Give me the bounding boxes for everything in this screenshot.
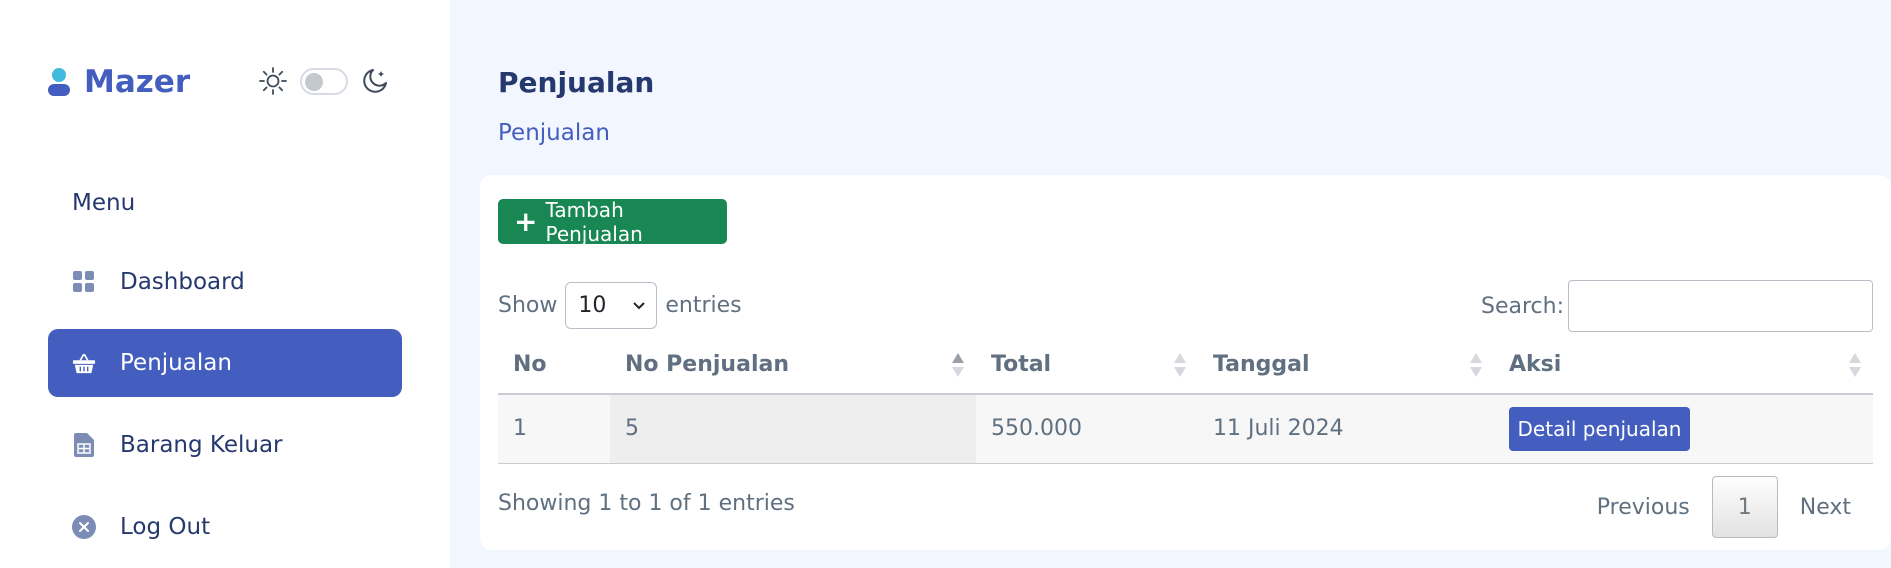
cell-no-penjualan: 5 [610, 394, 976, 464]
page-title: Penjualan [498, 66, 655, 99]
pagination: Previous 1 Next [1575, 476, 1873, 538]
sidebar-item-dashboard[interactable]: Dashboard [48, 248, 402, 316]
user-icon [46, 64, 72, 100]
previous-page-button[interactable]: Previous [1575, 476, 1712, 538]
x-circle-icon [72, 515, 96, 539]
entries-control: Show 10 entries [498, 282, 742, 329]
sort-icon [1470, 353, 1482, 379]
column-header-label: Total [991, 351, 1052, 377]
table-row: 1 5 550.000 11 Juli 2024 Detail penjuala… [498, 394, 1873, 464]
add-sale-button[interactable]: + Tambah Penjualan [498, 197, 727, 246]
column-header-label: Tanggal [1213, 351, 1310, 377]
search-control: Search: [1481, 280, 1873, 332]
brand-logo[interactable]: Mazer [46, 64, 190, 100]
table-info: Showing 1 to 1 of 1 entries [498, 491, 795, 516]
sort-icon [952, 353, 964, 379]
grid-icon [72, 270, 96, 294]
detail-sale-button[interactable]: Detail penjualan [1509, 406, 1690, 451]
sales-card: + Tambah Penjualan Show 10 entries Searc… [480, 175, 1891, 550]
cell-tanggal: 11 Juli 2024 [1198, 394, 1494, 464]
table-header-row: No No Penjualan Total Tanggal Aksi [498, 335, 1873, 395]
column-header-no-penjualan[interactable]: No Penjualan [610, 335, 976, 395]
sidebar: Mazer Menu Dashboard Penjualan Barang Ke… [0, 0, 450, 568]
sidebar-item-penjualan[interactable]: Penjualan [48, 329, 402, 397]
sidebar-item-label: Log Out [120, 513, 211, 540]
cell-total: 550.000 [976, 394, 1198, 464]
column-header-total[interactable]: Total [976, 335, 1198, 395]
dark-mode-switch[interactable] [300, 67, 348, 95]
sort-icon [1174, 353, 1186, 379]
breadcrumb[interactable]: Penjualan [498, 120, 610, 146]
sidebar-item-label: Barang Keluar [120, 431, 283, 458]
plus-icon: + [514, 204, 538, 238]
sidebar-item-logout[interactable]: Log Out [48, 493, 402, 561]
entries-label: entries [665, 293, 742, 318]
sun-icon [259, 67, 287, 95]
next-page-button[interactable]: Next [1778, 476, 1873, 538]
menu-title: Menu [72, 190, 136, 216]
basket-icon [72, 351, 96, 375]
moon-icon [363, 69, 387, 93]
column-header-aksi[interactable]: Aksi [1494, 335, 1873, 395]
column-header-label: Aksi [1509, 351, 1562, 377]
theme-toggle [258, 66, 390, 96]
search-input[interactable] [1568, 280, 1873, 332]
entries-value: 10 [578, 293, 607, 318]
brand-name: Mazer [84, 64, 191, 100]
sidebar-item-barang-keluar[interactable]: Barang Keluar [48, 411, 402, 479]
column-header-no[interactable]: No [498, 335, 610, 395]
entries-select[interactable]: 10 [565, 282, 658, 329]
file-spreadsheet-icon [72, 433, 96, 457]
column-header-label: No Penjualan [625, 351, 789, 377]
column-header-tanggal[interactable]: Tanggal [1198, 335, 1494, 395]
column-header-label: No [513, 351, 547, 377]
add-sale-label: Tambah Penjualan [545, 197, 643, 246]
sort-icon [1849, 353, 1861, 379]
show-label: Show [498, 293, 558, 318]
page-button-1[interactable]: 1 [1711, 476, 1778, 538]
chevron-down-icon [633, 301, 646, 309]
cell-aksi: Detail penjualan [1494, 394, 1873, 464]
sidebar-item-label: Dashboard [120, 268, 245, 295]
search-label: Search: [1481, 293, 1564, 319]
cell-no: 1 [498, 394, 610, 464]
sidebar-item-label: Penjualan [120, 349, 232, 376]
sales-table: No No Penjualan Total Tanggal Aksi 1 5 5… [498, 335, 1873, 464]
